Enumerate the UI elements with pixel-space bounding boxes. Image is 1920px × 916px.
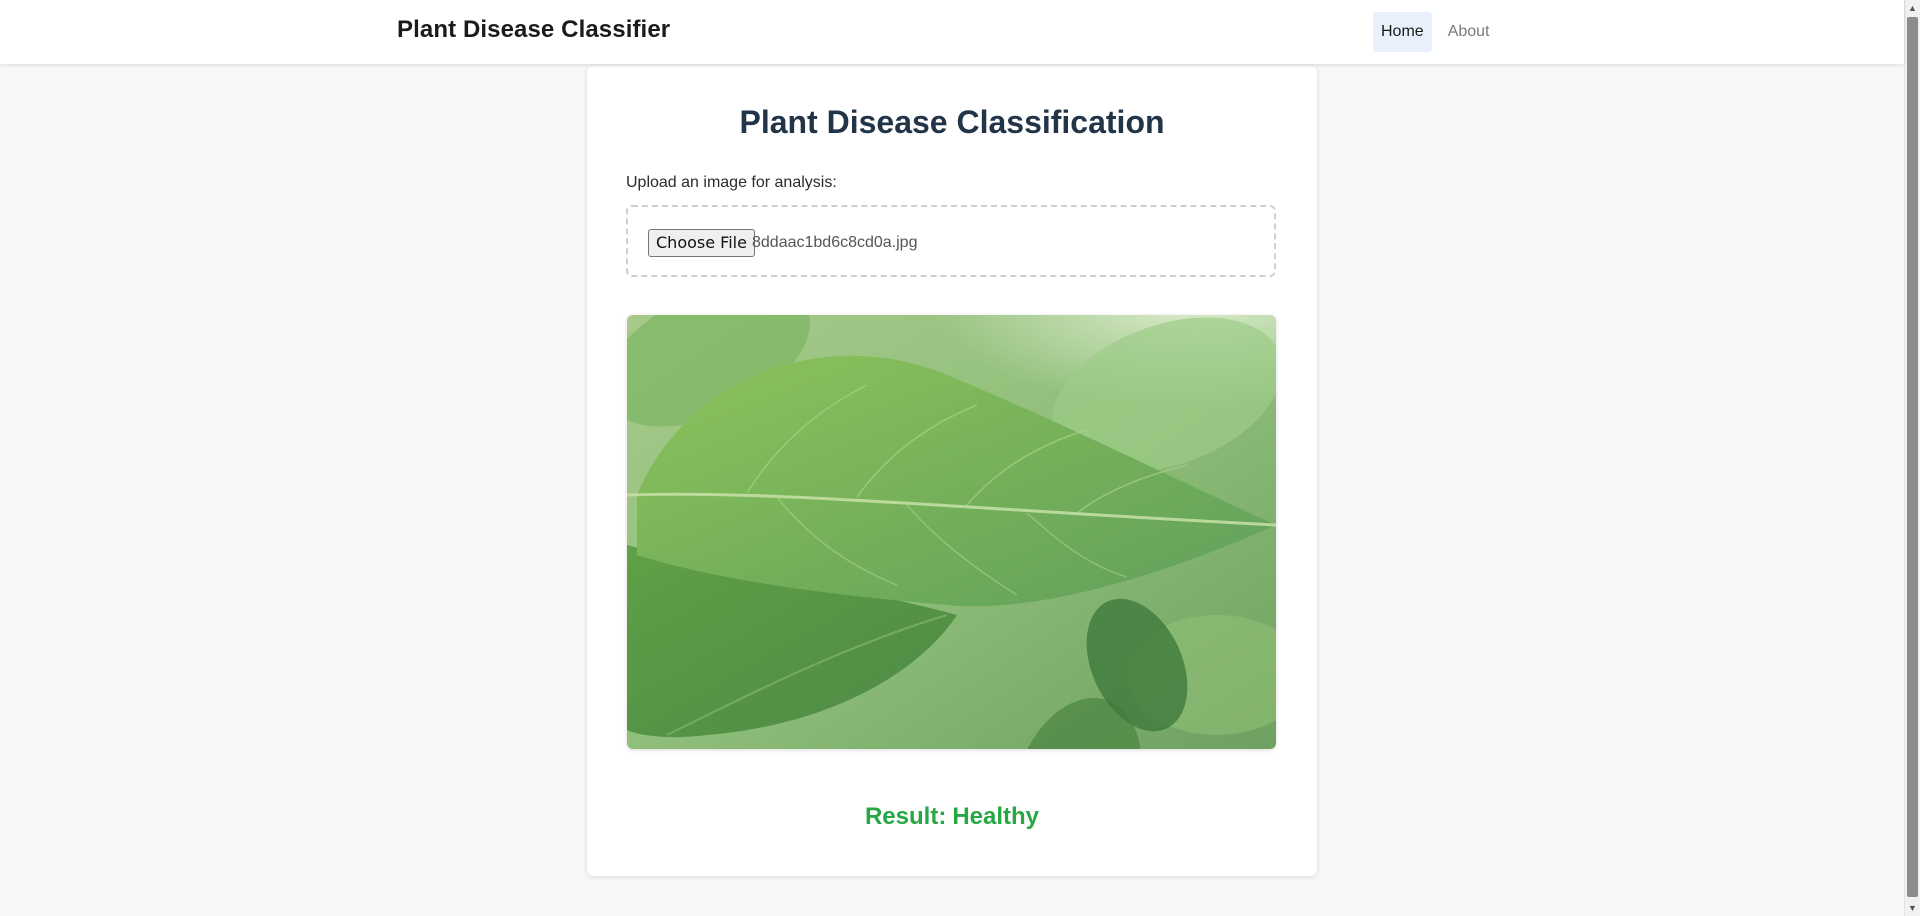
brand-title[interactable]: Plant Disease Classifier xyxy=(397,16,670,44)
nav-home-link[interactable]: Home xyxy=(1373,12,1432,52)
vertical-scrollbar[interactable]: ▲ ▼ xyxy=(1904,0,1920,916)
page: Plant Disease Classifier Home About Plan… xyxy=(0,0,1920,916)
choose-file-button[interactable]: Choose File xyxy=(648,229,755,257)
leaf-photo xyxy=(627,315,1276,749)
classifier-card: Plant Disease Classification Upload an i… xyxy=(587,66,1317,876)
nav-about-link[interactable]: About xyxy=(1440,12,1498,52)
uploaded-image-preview xyxy=(627,315,1276,749)
result-value: Healthy xyxy=(952,803,1040,830)
upload-label: Upload an image for analysis: xyxy=(626,174,837,191)
nav-links: Home About xyxy=(1373,12,1498,52)
selected-file-name: 8ddaac1bd6c8cd0a.jpg xyxy=(752,234,918,251)
scroll-up-arrow-icon[interactable]: ▲ xyxy=(1905,0,1920,16)
page-title: Plant Disease Classification xyxy=(739,104,1165,140)
file-upload-dropzone[interactable]: Choose File 8ddaac1bd6c8cd0a.jpg xyxy=(626,205,1276,277)
classification-result: Result: Healthy xyxy=(587,803,1317,831)
scroll-down-arrow-icon[interactable]: ▼ xyxy=(1905,900,1920,916)
navbar: Plant Disease Classifier Home About xyxy=(0,0,1904,64)
scroll-thumb[interactable] xyxy=(1907,17,1918,897)
result-label: Result: xyxy=(864,803,947,830)
